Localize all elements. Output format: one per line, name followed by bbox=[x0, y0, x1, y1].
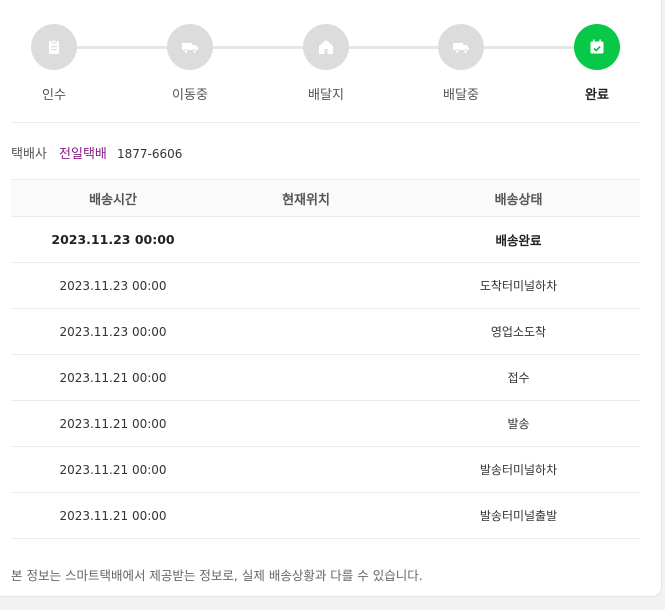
carrier-info: 택배사 전일택배 1877-6606 bbox=[11, 143, 182, 162]
header-time: 배송시간 bbox=[89, 192, 137, 208]
row-status: 발송터미널출발 bbox=[479, 509, 558, 523]
table-row: 2023.11.21 00:00 발송터미널출발 bbox=[11, 493, 640, 539]
house-icon bbox=[303, 24, 349, 70]
step-label: 인수 bbox=[42, 88, 66, 103]
row-time: 2023.11.21 00:00 bbox=[59, 416, 167, 431]
step-in-transit: 이동중 bbox=[150, 24, 230, 103]
carrier-label: 택배사 bbox=[11, 147, 47, 162]
table-row: 2023.11.23 00:00 배송완료 bbox=[11, 217, 640, 263]
table-row: 2023.11.21 00:00 접수 bbox=[11, 355, 640, 401]
step-label: 배달중 bbox=[443, 88, 479, 103]
delivery-tracking-card: 인수 이동중 배달지 배달중 완료 택배사 전일택배 1877-6606 배송시… bbox=[0, 0, 662, 597]
row-time: 2023.11.21 00:00 bbox=[59, 370, 167, 385]
step-complete: 완료 bbox=[557, 24, 637, 103]
row-time: 2023.11.21 00:00 bbox=[59, 462, 167, 477]
table-row: 2023.11.21 00:00 발송터미널하차 bbox=[11, 447, 640, 493]
step-destination: 배달지 bbox=[286, 24, 366, 103]
step-received: 인수 bbox=[14, 24, 94, 103]
divider bbox=[11, 122, 640, 123]
calendar-check-icon bbox=[574, 24, 620, 70]
clipboard-icon bbox=[31, 24, 77, 70]
row-status: 배송완료 bbox=[495, 233, 542, 248]
row-status: 도착터미널하차 bbox=[479, 279, 558, 293]
header-location: 현재위치 bbox=[282, 192, 330, 208]
table-header: 배송시간 현재위치 배송상태 bbox=[11, 179, 640, 217]
step-label: 완료 bbox=[585, 88, 609, 103]
row-time: 2023.11.23 00:00 bbox=[59, 278, 167, 293]
row-status: 영업소도착 bbox=[490, 325, 547, 339]
row-time: 2023.11.21 00:00 bbox=[59, 508, 167, 523]
row-time: 2023.11.23 00:00 bbox=[51, 232, 175, 247]
row-status: 발송터미널하차 bbox=[479, 463, 558, 477]
carrier-phone: 1877-6606 bbox=[117, 147, 183, 161]
progress-steps: 인수 이동중 배달지 배달중 완료 bbox=[0, 24, 662, 104]
step-label: 이동중 bbox=[172, 88, 208, 103]
row-time: 2023.11.23 00:00 bbox=[59, 324, 167, 339]
carrier-name-link[interactable]: 전일택배 bbox=[59, 147, 107, 162]
table-row: 2023.11.21 00:00 발송 bbox=[11, 401, 640, 447]
table-row: 2023.11.23 00:00 영업소도착 bbox=[11, 309, 640, 355]
notice-text: 본 정보는 스마트택배에서 제공받는 정보로, 실제 배송상황과 다를 수 있습… bbox=[11, 568, 423, 583]
truck-icon bbox=[438, 24, 484, 70]
tracking-table: 배송시간 현재위치 배송상태 2023.11.23 00:00 배송완료 202… bbox=[11, 179, 640, 539]
header-status: 배송상태 bbox=[494, 192, 543, 208]
step-label: 배달지 bbox=[308, 88, 344, 103]
step-out-for-delivery: 배달중 bbox=[421, 24, 501, 103]
truck-icon bbox=[167, 24, 213, 70]
row-status: 접수 bbox=[507, 371, 530, 385]
table-row: 2023.11.23 00:00 도착터미널하차 bbox=[11, 263, 640, 309]
row-status: 발송 bbox=[507, 417, 530, 431]
